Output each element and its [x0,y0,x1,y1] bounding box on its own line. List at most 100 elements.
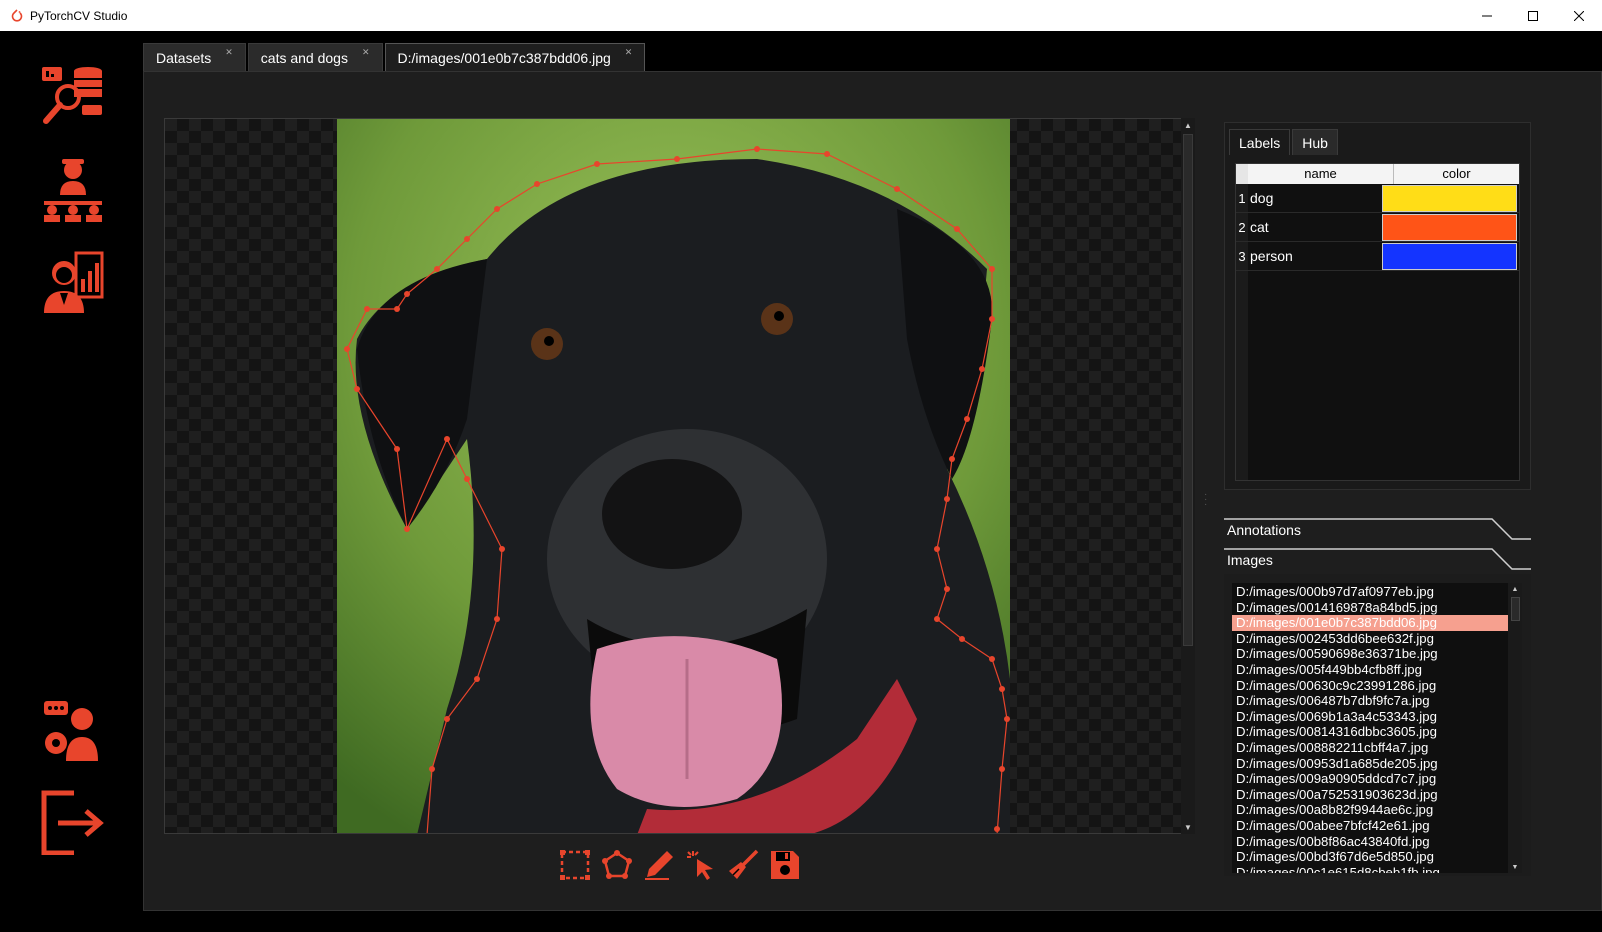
tab-label: D:/images/001e0b7c387bdd06.jpg [397,49,611,66]
close-icon [1574,10,1584,21]
list-item[interactable]: D:/images/008882211cbff4a7.jpg [1232,740,1508,756]
scroll-thumb[interactable] [1183,134,1193,646]
list-item[interactable]: D:/images/00bd3f67d6e5d850.jpg [1232,849,1508,865]
maximize-button[interactable] [1510,0,1556,31]
panel-splitter[interactable]: · · · [1204,490,1210,510]
list-item[interactable]: D:/images/00953d1a685de205.jpg [1232,756,1508,772]
scroll-down-icon[interactable]: ▼ [1508,861,1522,873]
list-item[interactable]: D:/images/00c1e615d8cbeb1fb.jpg [1232,865,1508,873]
list-item[interactable]: D:/images/00a8b82f9944ae6c.jpg [1232,802,1508,818]
tab-close-icon[interactable]: ✕ [225,47,233,58]
polygon-tool-button[interactable] [600,848,634,882]
sidebar-analytics-button[interactable] [38,247,108,317]
dog-photo[interactable] [337,119,1010,834]
scroll-up-icon[interactable]: ▲ [1181,118,1195,132]
polygon-icon [602,850,632,879]
list-item[interactable]: D:/images/00630c9c23991286.jpg [1232,678,1508,694]
images-section-header[interactable]: Images [1224,548,1531,572]
annotation-toolbar [558,848,802,882]
analytics-person-icon [44,251,104,313]
editor-panel: ▲ ▼ · · · Labels Hub name color 1 dog 2 … [143,71,1602,911]
brush-tool-button[interactable] [726,848,760,882]
list-item[interactable]: D:/images/000b97d7af0977eb.jpg [1232,584,1508,600]
list-item[interactable]: D:/images/009a90905ddcd7c7.jpg [1232,771,1508,787]
list-item-selected[interactable]: D:/images/001e0b7c387bdd06.jpg [1232,615,1508,631]
image-list[interactable]: D:/images/000b97d7af0977eb.jpg D:/images… [1232,583,1508,873]
list-item[interactable]: D:/images/00b8f86ac43840fd.jpg [1232,834,1508,850]
label-name[interactable]: dog [1248,190,1382,206]
tab-close-icon[interactable]: ✕ [362,47,370,58]
image-list-scrollbar[interactable]: ▲ ▼ [1508,583,1522,873]
maximize-icon [1528,10,1538,21]
column-header-color[interactable]: color [1394,164,1519,184]
dataset-search-icon [42,67,102,124]
images-title: Images [1227,552,1273,568]
pencil-icon [645,851,673,880]
logout-button[interactable] [38,787,108,857]
row-index: 1 [1238,190,1246,206]
sidebar-team-button[interactable] [38,155,108,225]
tab-datasets[interactable]: Datasets ✕ [143,43,246,71]
brush-icon [729,849,759,879]
label-name[interactable]: cat [1248,219,1382,235]
scroll-down-icon[interactable]: ▼ [1181,820,1195,834]
label-name[interactable]: person [1248,248,1382,264]
list-item[interactable]: D:/images/00590698e36371be.jpg [1232,646,1508,662]
logout-icon [41,790,104,855]
list-item[interactable]: D:/images/00abee7bfcf42e61.jpg [1232,818,1508,834]
rectangle-select-icon [560,850,590,880]
label-color-swatch[interactable] [1382,213,1517,241]
image-canvas[interactable] [164,118,1185,834]
list-item[interactable]: D:/images/00814316dbbc3605.jpg [1232,724,1508,740]
labels-table: name color 1 dog 2 cat 3 person [1235,163,1520,481]
labels-panel: Labels Hub name color 1 dog 2 cat 3 pers… [1224,122,1531,490]
tab-close-icon[interactable]: ✕ [625,47,633,58]
list-item[interactable]: D:/images/005f449bb4cfb8ff.jpg [1232,662,1508,678]
magic-select-tool-button[interactable] [684,848,718,882]
sidebar-datasets-button[interactable] [38,61,108,131]
tab-cats-and-dogs[interactable]: cats and dogs ✕ [247,43,383,71]
list-item[interactable]: D:/images/0014169878a84bd5.jpg [1232,600,1508,616]
row-index: 3 [1238,248,1246,264]
sidebar-settings-button[interactable] [38,695,108,765]
title-bar: PyTorchCV Studio [0,0,1602,31]
scroll-thumb[interactable] [1511,597,1520,621]
images-panel: D:/images/000b97d7af0977eb.jpg D:/images… [1224,574,1531,876]
row-index: 2 [1238,219,1246,235]
column-header-name[interactable]: name [1248,164,1394,184]
pencil-tool-button[interactable] [642,848,676,882]
scroll-up-icon[interactable]: ▲ [1508,583,1522,595]
close-button[interactable] [1556,0,1602,31]
label-row-dog[interactable]: 1 dog [1236,184,1519,213]
table-header: name color [1236,164,1519,184]
list-item[interactable]: D:/images/00a752531903623d.jpg [1232,787,1508,803]
main-area: Datasets ✕ cats and dogs ✕ D:/images/001… [143,43,1602,932]
sidebar [0,31,143,932]
minimize-button[interactable] [1464,0,1510,31]
tab-hub[interactable]: Hub [1292,129,1338,155]
tab-label: Datasets [156,49,212,66]
label-color-swatch[interactable] [1382,242,1517,270]
save-button[interactable] [768,848,802,882]
magic-pointer-icon [687,851,713,880]
tab-labels[interactable]: Labels [1229,129,1291,155]
document-tabs: Datasets ✕ cats and dogs ✕ D:/images/001… [143,43,647,71]
list-item[interactable]: D:/images/006487b7dbf9fc7a.jpg [1232,693,1508,709]
team-workflow-icon [44,159,102,222]
window-title: PyTorchCV Studio [30,8,128,23]
label-row-person[interactable]: 3 person [1236,242,1519,271]
annotations-title: Annotations [1227,522,1301,538]
minimize-icon [1482,15,1492,16]
label-color-swatch[interactable] [1382,184,1517,212]
save-icon [771,851,799,879]
settings-person-icon [44,701,98,761]
pytorch-logo-icon [11,8,23,22]
tab-image[interactable]: D:/images/001e0b7c387bdd06.jpg ✕ [384,43,646,71]
annotations-section-header[interactable]: Annotations [1224,518,1531,542]
list-item[interactable]: D:/images/002453dd6bee632f.jpg [1232,631,1508,647]
list-item[interactable]: D:/images/0069b1a3a4c53343.jpg [1232,709,1508,725]
canvas-scrollbar[interactable]: ▲ ▼ [1181,118,1195,834]
rectangle-tool-button[interactable] [558,848,592,882]
label-row-cat[interactable]: 2 cat [1236,213,1519,242]
tab-label: cats and dogs [260,49,348,66]
